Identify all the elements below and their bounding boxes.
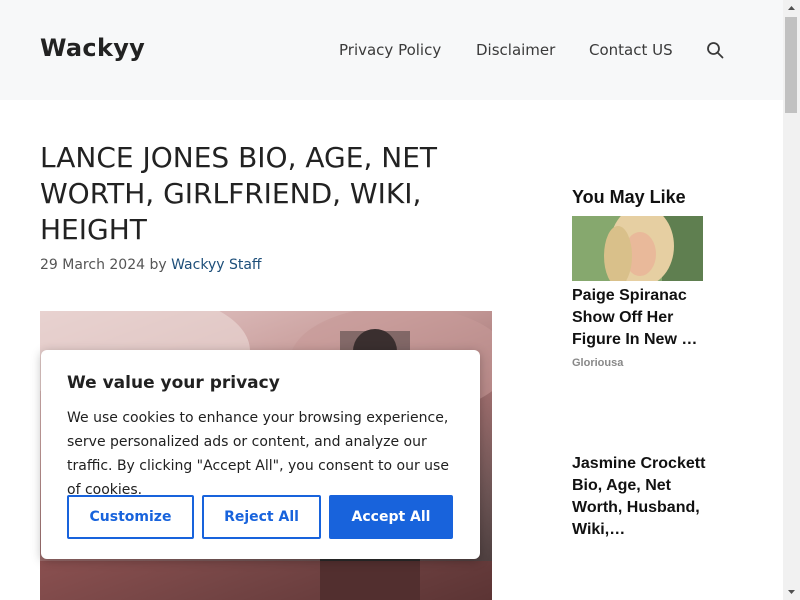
- nav-privacy-policy[interactable]: Privacy Policy: [339, 41, 441, 59]
- nav-contact-us[interactable]: Contact US: [589, 41, 673, 59]
- ad-title-link[interactable]: Jasmine Crockett Bio, Age, Net Worth, Hu…: [572, 453, 712, 541]
- ad-source: Gloriousa: [572, 357, 624, 369]
- article-meta: 29 March 2024 by Wackyy Staff: [40, 257, 262, 273]
- article-title: LANCE JONES BIO, AGE, NET WORTH, GIRLFRI…: [40, 141, 437, 246]
- scrollbar[interactable]: [783, 0, 800, 600]
- accept-all-button[interactable]: Accept All: [329, 495, 453, 539]
- scroll-down-arrow-icon[interactable]: [783, 583, 800, 600]
- sidebar-heading: You May Like: [572, 187, 686, 207]
- cookie-consent-dialog: We value your privacy We use cookies to …: [41, 350, 480, 559]
- article-author-link[interactable]: Wackyy Staff: [171, 257, 261, 273]
- scrollbar-thumb[interactable]: [785, 17, 797, 113]
- cookie-title: We value your privacy: [67, 373, 280, 393]
- site-header: Wackyy Privacy Policy Disclaimer Contact…: [0, 0, 783, 100]
- nav-disclaimer[interactable]: Disclaimer: [476, 41, 555, 59]
- cookie-text: We use cookies to enhance your browsing …: [67, 410, 449, 498]
- search-icon[interactable]: [706, 41, 724, 59]
- ad-thumbnail-image[interactable]: [572, 216, 703, 281]
- site-logo[interactable]: Wackyy: [40, 34, 145, 62]
- scroll-up-arrow-icon[interactable]: [783, 0, 800, 17]
- customize-button[interactable]: Customize: [67, 495, 194, 539]
- reject-all-button[interactable]: Reject All: [202, 495, 321, 539]
- article-date: 29 March 2024: [40, 257, 146, 273]
- byline-by: by: [149, 257, 167, 273]
- ad-title-link[interactable]: Paige Spiranac Show Off Her Figure In Ne…: [572, 285, 712, 351]
